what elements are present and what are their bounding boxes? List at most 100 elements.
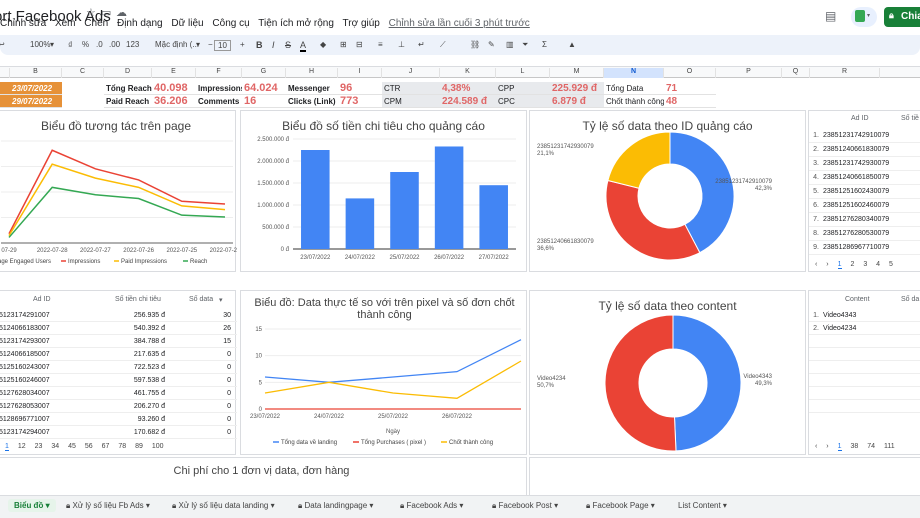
valign-icon[interactable]: ⊥ [398,40,405,49]
impressions-label[interactable]: Impressions [196,82,242,95]
font-size-input[interactable]: 10 [214,40,231,51]
cpp-value[interactable]: 225.929 đ [550,82,604,95]
page-4[interactable]: 4 [876,261,880,268]
page-56[interactable]: 56 [85,443,93,450]
menu-tools[interactable]: Công cụ [212,18,249,29]
menu-format[interactable]: Định dạng [117,18,163,29]
page-2[interactable]: 2 [850,261,854,268]
table-header-ad-id[interactable]: Ad ID [33,296,51,303]
col-O[interactable]: O [664,68,716,78]
decrease-size-icon[interactable]: − [208,40,213,49]
chart-data-by-ad[interactable]: Tỷ lệ số data theo ID quảng cáo 23851231… [529,110,806,272]
paint-format-icon[interactable]: ↩ [0,40,5,49]
table-row[interactable]: 5124066185007 217.635 đ 0 [0,348,237,361]
table-header-content[interactable]: Content [845,296,870,303]
col-H[interactable]: H [286,68,338,78]
page-3[interactable]: 3 [863,261,867,268]
comment-add-icon[interactable]: ✎ [488,40,495,49]
tong-data-value[interactable]: 71 [664,82,716,95]
table-row[interactable]: 1. 23851231742910079 [809,129,920,143]
page-78[interactable]: 78 [118,443,126,450]
next-page-icon[interactable]: › [826,261,828,268]
last-edit-link[interactable]: Chỉnh sửa lần cuối 3 phút trước [389,18,530,29]
functions-icon[interactable]: Σ [542,40,547,49]
table-row[interactable]: 5125160246007 597.538 đ 0 [0,374,237,387]
table-row[interactable]: 5127628034007 461.755 đ 0 [0,387,237,400]
col-Q[interactable]: Q [782,68,810,78]
table-row[interactable]: 5123174291007 256.935 đ 30 [0,309,237,322]
page-111[interactable]: 111 [884,443,895,450]
table-header-ad-id[interactable]: Ad ID [851,115,869,122]
col-L[interactable]: L [496,68,550,78]
messenger-label[interactable]: Messenger [286,82,338,95]
chart-data-by-content[interactable]: Tỷ lệ số data theo content Video4343 49,3… [529,290,806,455]
table-row[interactable]: 5128696771007 93.260 đ 0 [0,413,237,426]
menu-extensions[interactable]: Tiện ích mở rộng [258,18,334,29]
borders-icon[interactable]: ⊞ [340,40,347,49]
paid-reach-value[interactable]: 36.206 [152,95,196,108]
tab-facebook-ads[interactable]: 🔒︎ Facebook Ads ▾ [400,501,463,511]
increase-size-icon[interactable]: + [240,40,245,49]
menu-help[interactable]: Trợ giúp [343,18,380,29]
page-74[interactable]: 74 [867,443,875,450]
hide-icon[interactable]: ▲ [568,40,576,49]
table-row[interactable]: 5123174293007 384.788 đ 15 [0,335,237,348]
font-select[interactable]: Mặc định (... [155,40,199,49]
table-row[interactable]: 5125160243007 722.523 đ 0 [0,361,237,374]
tab-list-content[interactable]: List Content ▾ [678,501,727,510]
ad-spend-table[interactable]: Ad ID Số tiền chi tiêu Số data ▾ 5123174… [0,290,237,455]
table-row[interactable]: 7. 23851276280340079 [809,213,920,227]
table-row[interactable]: 9. 23851286967710079 [809,241,920,255]
cpc-label[interactable]: CPC [496,95,550,108]
tong-reach-label[interactable]: Tổng Reach [104,82,152,95]
zoom-select[interactable]: 100% [30,40,50,49]
col-C[interactable]: C [62,68,104,78]
bold-icon[interactable]: B [256,40,263,50]
messenger-value[interactable]: 96 [338,82,382,95]
table-header-spend[interactable]: Số tiề [901,115,919,122]
fill-color-icon[interactable]: ◆ [320,40,326,49]
table-row[interactable]: 2. Video4234 [809,322,920,335]
comment-icon[interactable]: ▤ [825,9,836,23]
menu-insert[interactable]: Chèn [84,18,108,29]
cpm-label[interactable]: CPM [382,95,440,108]
page-67[interactable]: 67 [102,443,110,450]
table-header-spend[interactable]: Số tiền chi tiêu [115,296,161,303]
page-1[interactable]: 1 [5,443,9,451]
col-D[interactable]: D [104,68,152,78]
meet-button[interactable]: ▾ [851,7,877,27]
ctr-value[interactable]: 4,38% [440,82,496,95]
table-row[interactable]: 6. 23851251602460079 [809,199,920,213]
col-G[interactable]: G [242,68,286,78]
content-table[interactable]: Content Số da 1. Video4343 2. Video4234 ‹ ›… [808,290,920,455]
table-row[interactable]: 8. 23851276280530079 [809,227,920,241]
tab-data-landingpage[interactable]: 🔒︎ Data landingpage ▾ [298,501,373,511]
col-R[interactable]: R [810,68,880,78]
chot-label[interactable]: Chốt thành công [604,95,664,108]
link-icon[interactable]: ⛓ [470,40,480,49]
col-N[interactable]: N [604,68,664,78]
number-format-button[interactable]: 123 [126,40,139,49]
chart-spend[interactable]: Biểu đồ số tiền chi tiêu cho quảng cáo 2… [240,110,527,272]
tab-xu-ly-landing[interactable]: 🔒︎ Xử lý số liệu data landing ▾ [172,501,275,511]
tong-data-label[interactable]: Tổng Data [604,82,664,95]
col-I[interactable]: I [338,68,382,78]
increase-decimal-button[interactable]: .00 [109,40,120,49]
tab-xu-ly-fb-ads[interactable]: 🔒︎ Xử lý số liệu Fb Ads ▾ [66,501,150,511]
impressions-value[interactable]: 64.024 [242,82,286,95]
table-row[interactable]: 5. 23851251602430079 [809,185,920,199]
currency-button[interactable]: ₫ [68,40,73,50]
rotate-icon[interactable]: ⟋ [440,40,446,50]
table-row[interactable]: 5124066183007 540.392 đ 26 [0,322,237,335]
paid-reach-label[interactable]: Paid Reach [104,95,152,108]
page-12[interactable]: 12 [18,443,26,450]
chart-cost-per-unit[interactable]: Chi phí cho 1 đơn vị data, đơn hàng [0,457,527,497]
strikethrough-icon[interactable]: S [285,40,291,50]
filter-icon[interactable]: ⏷ [522,40,528,50]
chart-real-vs-pixel[interactable]: Biểu đồ: Data thực tế so với trên pixel … [240,290,527,455]
align-icon[interactable]: ≡ [378,40,383,49]
table-row[interactable]: 5127628053007 206.270 đ 0 [0,400,237,413]
col-M[interactable]: M [550,68,604,78]
tab-facebook-page[interactable]: 🔒︎ Facebook Page ▾ [586,501,655,511]
table-row[interactable]: 3. 23851231742930079 [809,157,920,171]
